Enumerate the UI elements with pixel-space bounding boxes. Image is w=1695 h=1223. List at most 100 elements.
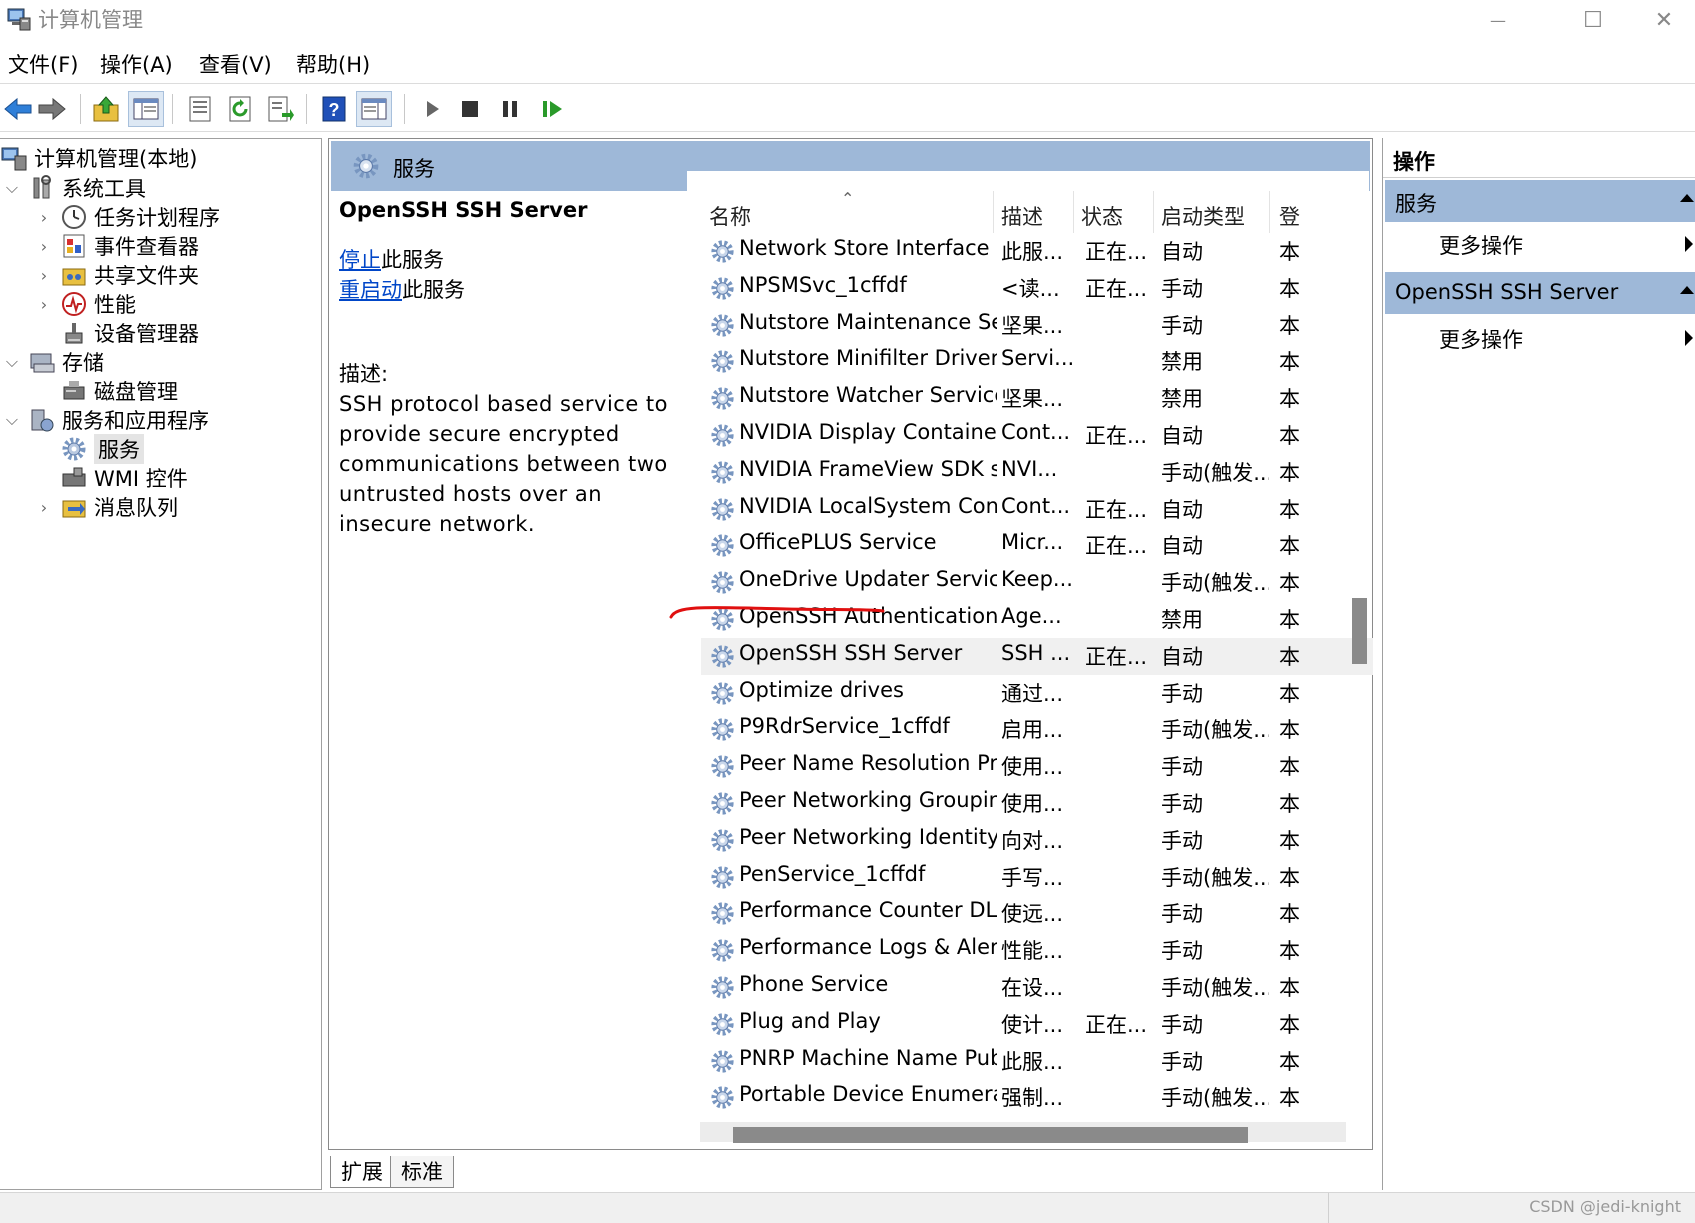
stop-service-link[interactable]: 停止 xyxy=(339,248,381,272)
service-startup-type: 手动 xyxy=(1161,791,1203,816)
service-row[interactable]: NPSMSvc_1cffdf <读... 正在... 手动 本 xyxy=(701,270,1373,307)
refresh-button[interactable] xyxy=(222,91,258,127)
more-actions-openssh[interactable]: 更多操作 xyxy=(1439,324,1523,354)
forward-button[interactable] xyxy=(34,91,70,127)
minimize-button[interactable]: — xyxy=(1458,0,1538,40)
column-separator[interactable] xyxy=(1073,191,1074,233)
close-button[interactable]: ✕ xyxy=(1633,0,1695,40)
column-header-logon[interactable]: 登 xyxy=(1279,201,1300,231)
show-hide-tree-button[interactable] xyxy=(128,91,164,127)
pause-service-button[interactable] xyxy=(492,91,528,127)
horizontal-scrollbar-thumb[interactable] xyxy=(733,1127,1248,1143)
service-row[interactable]: Peer Networking Grouping 使用... 手动 本 xyxy=(701,785,1373,822)
tree-item-shared-folders[interactable]: › 共享文件夹 xyxy=(34,260,199,290)
tab-standard[interactable]: 标准 xyxy=(390,1156,454,1188)
column-header-description[interactable]: 描述 xyxy=(1001,201,1043,231)
service-row[interactable]: Nutstore Maintenance Ser...坚果... 手动 本 xyxy=(701,307,1373,344)
column-header-startup-type[interactable]: 启动类型 xyxy=(1161,201,1245,231)
service-startup-type: 手动 xyxy=(1161,902,1203,927)
actions-section-services[interactable]: 服务 xyxy=(1385,180,1695,222)
service-row[interactable]: OfficePLUS Service Micr... 正在... 自动 本 xyxy=(701,527,1373,564)
service-description: 通过... xyxy=(1001,681,1064,706)
collapse-up-icon[interactable] xyxy=(1680,194,1694,202)
column-header-name[interactable]: 名称 xyxy=(709,201,751,231)
service-row[interactable]: Nutstore Watcher Service 坚果... 禁用 本 xyxy=(701,380,1373,417)
service-row[interactable]: Peer Networking Identity ...向对... 手动 本 xyxy=(701,822,1373,859)
column-separator[interactable] xyxy=(993,191,994,233)
properties-button[interactable] xyxy=(182,91,218,127)
service-row[interactable]: Phone Service 在设... 手动(触发... 本 xyxy=(701,969,1373,1006)
restart-service-button[interactable] xyxy=(534,91,570,127)
actions-section-openssh[interactable]: OpenSSH SSH Server xyxy=(1385,272,1695,314)
tab-extended[interactable]: 扩展 xyxy=(330,1156,394,1188)
service-status: 正在... xyxy=(1085,240,1148,264)
collapse-chevron-icon[interactable]: › xyxy=(34,295,54,314)
service-row[interactable]: PenService_1cffdf 手写... 手动(触发... 本 xyxy=(701,859,1373,896)
service-row[interactable]: NVIDIA LocalSystem Conta...Cont... 正在... 自… xyxy=(701,491,1373,528)
tree-item-wmi[interactable]: WMI 控件 xyxy=(60,463,188,493)
service-row[interactable]: NVIDIA FrameView SDK se...NVI... 手动(触发...… xyxy=(701,454,1373,491)
vertical-scrollbar-thumb[interactable] xyxy=(1352,598,1367,664)
service-row[interactable]: P9RdrService_1cffdf 启用... 手动(触发... 本 xyxy=(701,711,1373,748)
service-row[interactable]: Optimize drives 通过... 手动 本 xyxy=(701,675,1373,712)
menu-view[interactable]: 查看(V) xyxy=(199,49,272,79)
stop-service-button[interactable] xyxy=(452,91,488,127)
up-level-button[interactable] xyxy=(88,91,124,127)
collapse-chevron-icon[interactable]: › xyxy=(34,498,54,517)
tree-item-event-viewer[interactable]: › 事件查看器 xyxy=(34,231,199,261)
tree-item-task-scheduler[interactable]: › 任务计划程序 xyxy=(34,202,220,232)
menu-help[interactable]: 帮助(H) xyxy=(296,49,370,79)
column-separator[interactable] xyxy=(1153,191,1154,233)
show-hide-action-pane-button[interactable] xyxy=(356,91,392,127)
back-button[interactable] xyxy=(0,91,36,127)
service-row[interactable]: OneDrive Updater Service Keep... 手动(触发... 本 xyxy=(701,564,1373,601)
submenu-arrow-icon[interactable] xyxy=(1685,236,1693,252)
expand-icon[interactable]: ⌵ xyxy=(2,410,22,430)
maximize-button[interactable]: ☐ xyxy=(1553,0,1633,40)
service-logon: 本 xyxy=(1279,828,1299,853)
tree-label: 任务计划程序 xyxy=(94,206,220,230)
service-name: PNRP Machine Name Publ... xyxy=(739,1045,997,1070)
tree-item-performance[interactable]: › 性能 xyxy=(34,289,136,319)
export-list-button[interactable] xyxy=(262,91,298,127)
service-description: NVI... xyxy=(1001,456,1058,481)
column-separator[interactable] xyxy=(1269,191,1270,233)
service-row[interactable]: Peer Name Resolution Pro...使用... 手动 本 xyxy=(701,748,1373,785)
menu-file[interactable]: 文件(F) xyxy=(8,49,78,79)
tree-item-root[interactable]: 计算机管理(本地) xyxy=(0,143,197,173)
service-gear-icon xyxy=(711,1086,734,1109)
menu-action[interactable]: 操作(A) xyxy=(100,49,173,79)
expand-icon[interactable]: ⌵ xyxy=(2,178,22,198)
service-row[interactable]: NVIDIA Display Container LSCont... 正在... 自… xyxy=(701,417,1373,454)
column-header-status[interactable]: 状态 xyxy=(1081,201,1123,231)
menu-bar: 文件(F) 操作(A) 查看(V) 帮助(H) xyxy=(0,44,1695,84)
service-row[interactable]: PNRP Machine Name Publ...此服... 手动 本 xyxy=(701,1043,1373,1080)
tree-item-message-queue[interactable]: › 消息队列 xyxy=(34,492,178,522)
service-row[interactable]: Performance Logs & Alerts 性能... 手动 本 xyxy=(701,932,1373,969)
tree-item-system-tools[interactable]: ⌵ 系统工具 xyxy=(2,173,146,203)
service-row[interactable]: Network Store Interface Se...此服... 正在... 自… xyxy=(701,233,1373,270)
expand-icon[interactable]: ⌵ xyxy=(2,352,22,372)
collapse-chevron-icon[interactable]: › xyxy=(34,208,54,227)
restart-service-link[interactable]: 重启动 xyxy=(339,278,402,302)
tree-item-disk-management[interactable]: 磁盘管理 xyxy=(60,376,178,406)
services-list: 名称 ⌃ 描述 状态 启动类型 登 Network Store Interfac… xyxy=(701,191,1373,1149)
service-logon: 本 xyxy=(1279,718,1299,743)
tree-item-device-manager[interactable]: 设备管理器 xyxy=(60,318,199,348)
service-row[interactable]: Performance Counter DLL ...使远... 手动 本 xyxy=(701,895,1373,932)
tree-item-services[interactable]: 服务 xyxy=(60,434,144,464)
start-service-button[interactable] xyxy=(414,91,450,127)
collapse-chevron-icon[interactable]: › xyxy=(34,237,54,256)
service-row[interactable]: Plug and Play 使计... 正在... 手动 本 xyxy=(701,1006,1373,1043)
tree-item-services-apps[interactable]: ⌵ 服务和应用程序 xyxy=(2,405,209,435)
service-row[interactable]: OpenSSH SSH Server SSH ... 正在... 自动 本 xyxy=(701,637,1373,675)
tree-item-storage[interactable]: ⌵ 存储 xyxy=(2,347,104,377)
service-row[interactable]: Nutstore Minifilter Driver S...Servi... 禁… xyxy=(701,343,1373,380)
help-button[interactable]: ? xyxy=(316,91,352,127)
collapse-chevron-icon[interactable]: › xyxy=(34,266,54,285)
more-actions-services[interactable]: 更多操作 xyxy=(1439,230,1523,260)
service-row[interactable]: Portable Device Enumerat...强制... 手动(触发...… xyxy=(701,1079,1373,1116)
submenu-arrow-icon[interactable] xyxy=(1685,330,1693,346)
service-gear-icon xyxy=(711,1013,734,1036)
collapse-up-icon[interactable] xyxy=(1680,286,1694,294)
